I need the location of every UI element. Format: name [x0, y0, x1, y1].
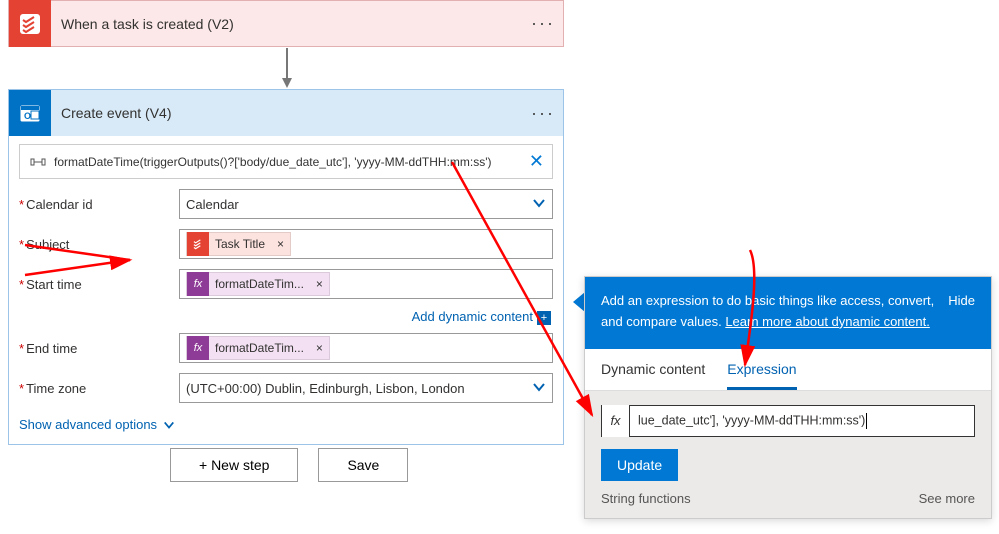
- token-remove-icon[interactable]: ×: [310, 277, 329, 291]
- tab-dynamic-content[interactable]: Dynamic content: [601, 349, 705, 390]
- popup-hide-button[interactable]: Hide: [948, 291, 975, 333]
- expression-input[interactable]: fx lue_date_utc'], 'yyyy-MM-ddTHH:mm:ss'…: [601, 405, 975, 437]
- add-dynamic-content-link[interactable]: Add dynamic content+: [19, 307, 553, 331]
- tab-expression[interactable]: Expression: [727, 349, 796, 390]
- input-calendar-id[interactable]: Calendar: [179, 189, 553, 219]
- popup-header: Add an expression to do basic things lik…: [585, 277, 991, 349]
- trigger-card[interactable]: When a task is created (V2) ···: [8, 0, 564, 47]
- section-string-functions: String functions: [601, 491, 691, 506]
- action-title: Create event (V4): [51, 105, 523, 121]
- token-remove-icon[interactable]: ×: [271, 237, 290, 251]
- chevron-down-icon: [163, 419, 175, 431]
- new-step-button[interactable]: + New step: [170, 448, 298, 482]
- todoist-icon: [187, 232, 209, 256]
- action-rename-bar[interactable]: formatDateTime(triggerOutputs()?['body/d…: [19, 144, 553, 179]
- action-menu-button[interactable]: ···: [523, 103, 563, 124]
- save-button[interactable]: Save: [318, 448, 408, 482]
- trigger-menu-button[interactable]: ···: [523, 13, 563, 34]
- footer-buttons: + New step Save: [170, 448, 408, 482]
- token-task-title[interactable]: Task Title ×: [186, 232, 291, 256]
- chevron-down-icon: [532, 196, 546, 213]
- update-button[interactable]: Update: [601, 449, 678, 481]
- see-more-link[interactable]: See more: [919, 491, 975, 506]
- token-expression-end[interactable]: fx formatDateTim... ×: [186, 336, 330, 360]
- label-calendar-id: Calendar id: [19, 197, 179, 212]
- todoist-icon: [9, 0, 51, 47]
- learn-more-link[interactable]: Learn more about dynamic content.: [725, 314, 930, 329]
- action-header[interactable]: O Create event (V4) ···: [9, 90, 563, 136]
- label-subject: Subject: [19, 237, 179, 252]
- token-label: formatDateTim...: [209, 341, 310, 355]
- fx-icon: fx: [187, 272, 209, 296]
- action-rename-text: formatDateTime(triggerOutputs()?['body/d…: [48, 155, 518, 169]
- input-time-zone[interactable]: (UTC+00:00) Dublin, Edinburgh, Lisbon, L…: [179, 373, 553, 403]
- input-start-time[interactable]: fx formatDateTim... ×: [179, 269, 553, 299]
- label-time-zone: Time zone: [19, 381, 179, 396]
- label-end-time: End time: [19, 341, 179, 356]
- token-expression-start[interactable]: fx formatDateTim... ×: [186, 272, 330, 296]
- input-calendar-id-value: Calendar: [186, 197, 239, 212]
- action-card: O Create event (V4) ··· formatDateTime(t…: [8, 89, 564, 445]
- plus-icon: +: [537, 311, 551, 325]
- expression-input-text: lue_date_utc'], 'yyyy-MM-ddTHH:mm:ss'): [630, 413, 974, 429]
- popup-tabs: Dynamic content Expression: [585, 349, 991, 391]
- fx-icon: fx: [187, 336, 209, 360]
- flow-connector-arrow: [280, 48, 294, 88]
- expression-popup: Add an expression to do basic things lik…: [584, 276, 992, 519]
- token-remove-icon[interactable]: ×: [310, 341, 329, 355]
- label-start-time: Start time: [19, 277, 179, 292]
- token-label: Task Title: [209, 237, 271, 251]
- fx-icon: fx: [602, 405, 630, 437]
- trigger-title: When a task is created (V2): [51, 16, 523, 32]
- input-subject[interactable]: Task Title ×: [179, 229, 553, 259]
- input-time-zone-value: (UTC+00:00) Dublin, Edinburgh, Lisbon, L…: [186, 381, 465, 396]
- show-advanced-options-link[interactable]: Show advanced options: [19, 411, 553, 438]
- rename-icon: [28, 155, 48, 169]
- chevron-down-icon: [532, 380, 546, 397]
- input-end-time[interactable]: fx formatDateTim... ×: [179, 333, 553, 363]
- outlook-calendar-icon: O: [9, 90, 51, 136]
- svg-text:O: O: [24, 111, 31, 121]
- token-label: formatDateTim...: [209, 277, 310, 291]
- rename-close-icon[interactable]: ✕: [518, 151, 544, 172]
